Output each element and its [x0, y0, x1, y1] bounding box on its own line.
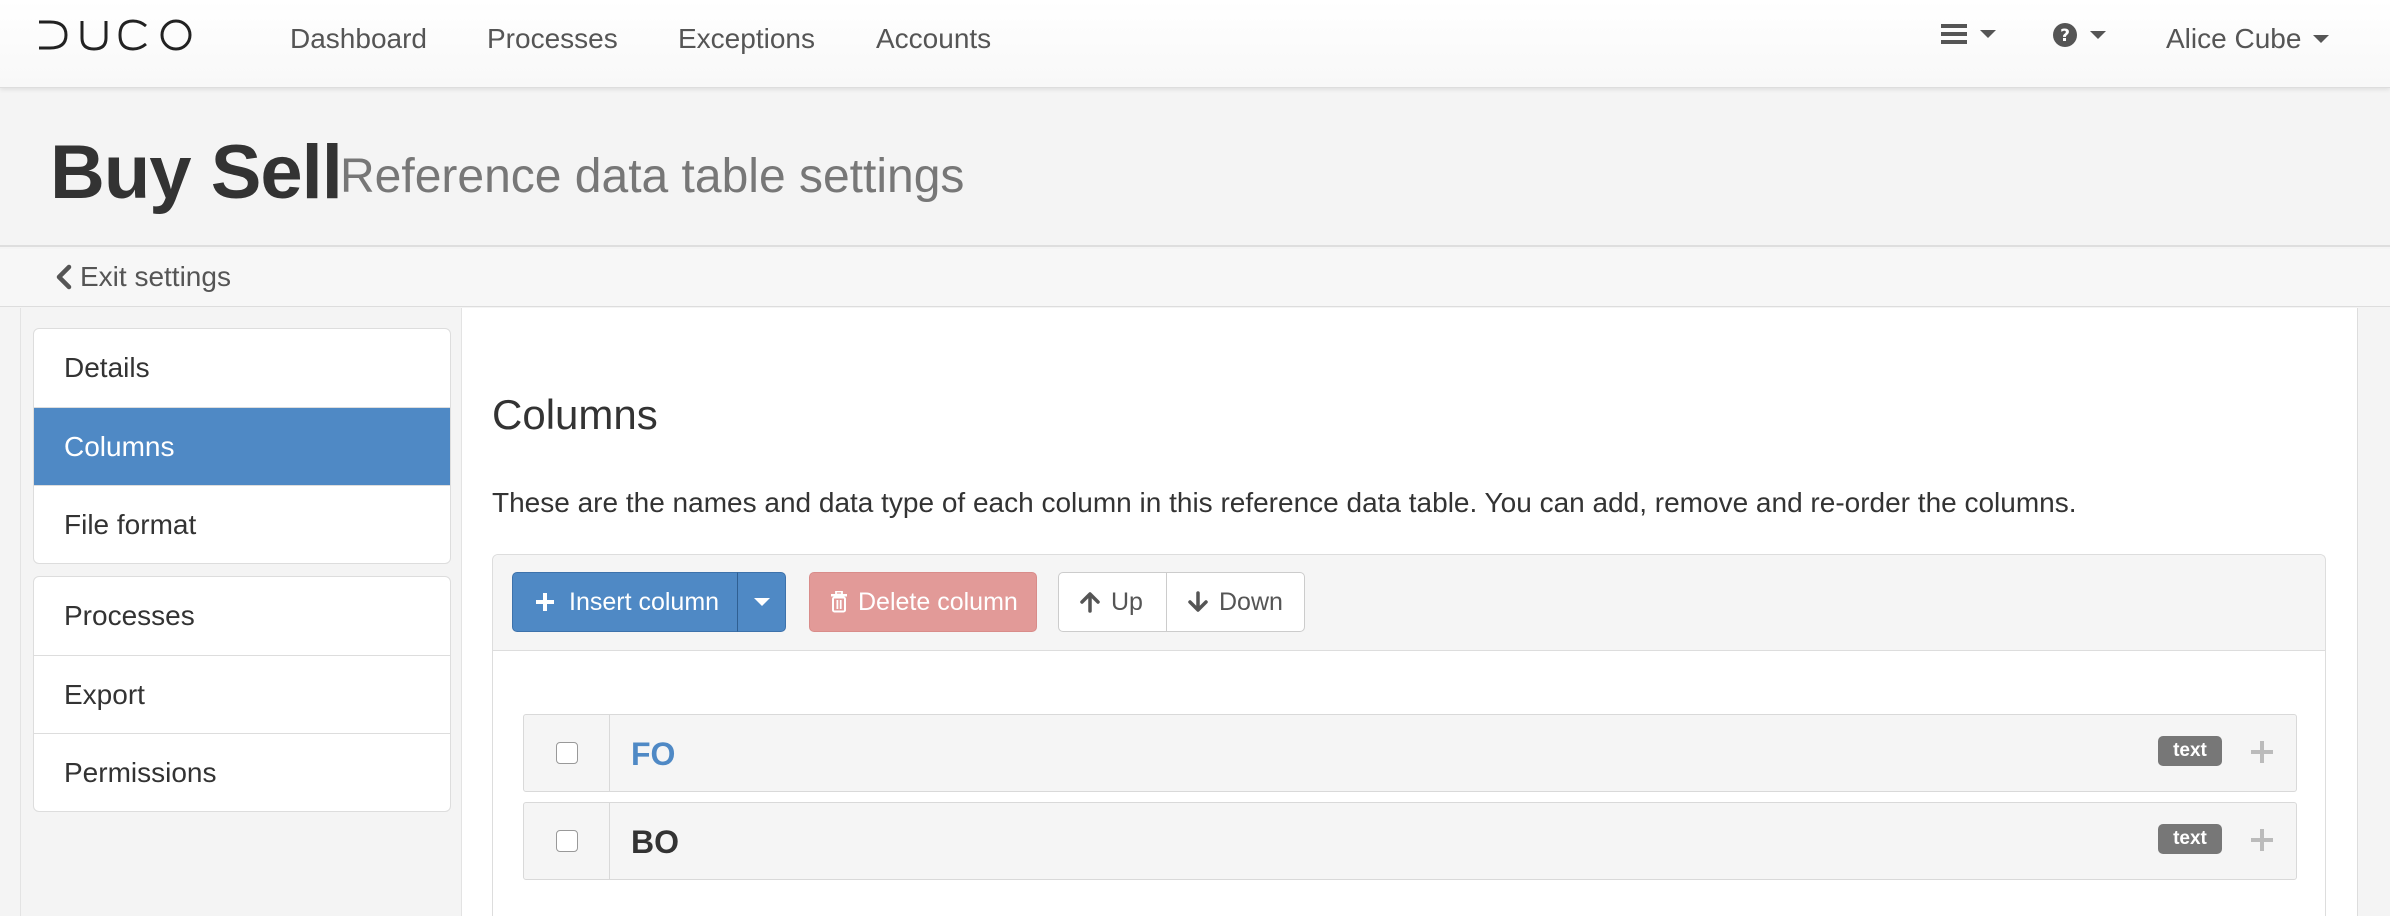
insert-column-dropdown-toggle[interactable]: [737, 572, 786, 632]
column-row: BO text: [523, 802, 2297, 880]
section-title: Columns: [492, 391, 658, 438]
main-menu-dropdown[interactable]: [1940, 22, 1996, 46]
column-select-cell: [524, 715, 610, 791]
move-down-label: Down: [1219, 587, 1283, 616]
caret-down-icon: [1980, 30, 1996, 38]
sidebar-item-file-format[interactable]: File format: [34, 485, 450, 563]
delete-column-label: Delete column: [858, 587, 1018, 616]
page-header: Buy Sell Reference data table settings: [0, 89, 2390, 247]
columns-toolbar: Insert column Delete column Up Down: [493, 555, 2325, 651]
caret-down-icon: [2090, 31, 2106, 39]
sidebar-item-export[interactable]: Export: [34, 655, 450, 733]
sidebar-item-details[interactable]: Details: [34, 329, 450, 407]
duco-logo-mark: [39, 19, 192, 51]
insert-column-label: Insert column: [569, 587, 720, 616]
exit-settings-label: Exit settings: [80, 261, 231, 292]
add-icon[interactable]: [2249, 827, 2275, 853]
caret-down-icon: [753, 598, 770, 606]
page-title: Buy Sell: [50, 130, 343, 215]
user-menu-dropdown[interactable]: Alice Cube: [2166, 22, 2330, 56]
nav-exceptions[interactable]: Exceptions: [678, 22, 815, 56]
column-select-cell: [524, 803, 610, 879]
nav-accounts[interactable]: Accounts: [876, 22, 991, 56]
caret-down-icon: [2313, 35, 2330, 43]
column-type-badge: text: [2158, 736, 2222, 766]
exit-settings-link[interactable]: Exit settings: [54, 260, 231, 294]
add-icon[interactable]: [2249, 739, 2275, 765]
trash-icon: [831, 591, 847, 613]
move-up-button[interactable]: Up: [1058, 572, 1167, 632]
sidebar-item-columns[interactable]: Columns: [34, 407, 450, 485]
column-name[interactable]: BO: [631, 823, 679, 861]
sidebar-group-table: Details Columns File format: [33, 328, 451, 564]
column-select-checkbox[interactable]: [555, 742, 578, 764]
column-row: FO text: [523, 714, 2297, 792]
column-type-badge: text: [2158, 824, 2222, 854]
user-name: Alice Cube: [2166, 23, 2302, 54]
nav-dashboard[interactable]: Dashboard: [290, 22, 427, 56]
sidebar-item-processes[interactable]: Processes: [34, 577, 450, 655]
help-dropdown[interactable]: ?: [2052, 22, 2106, 48]
page-subtitle: Reference data table settings: [340, 150, 965, 203]
sidebar-group-other: Processes Export Permissions: [33, 576, 451, 812]
hamburger-icon: [1941, 24, 1967, 44]
duco-logo[interactable]: [36, 18, 194, 52]
columns-panel: Insert column Delete column Up Down FO t…: [492, 554, 2326, 916]
move-up-label: Up: [1111, 587, 1143, 616]
question-circle-icon: ?: [2053, 23, 2077, 47]
plus-icon: [536, 593, 554, 611]
section-description: These are the names and data type of eac…: [492, 487, 2077, 518]
chevron-left-icon: [56, 264, 72, 290]
arrow-up-icon: [1080, 592, 1100, 613]
settings-sidebar: Details Columns File format Processes Ex…: [20, 308, 462, 916]
column-name-link[interactable]: FO: [631, 735, 675, 773]
column-select-checkbox[interactable]: [555, 830, 578, 852]
exit-settings-bar: Exit settings: [0, 249, 2390, 307]
sidebar-item-permissions[interactable]: Permissions: [34, 733, 450, 811]
arrow-down-icon: [1188, 591, 1208, 612]
columns-main-panel: Columns These are the names and data typ…: [462, 308, 2358, 916]
top-navbar: Dashboard Processes Exceptions Accounts …: [0, 0, 2390, 88]
delete-column-button[interactable]: Delete column: [809, 572, 1037, 632]
nav-processes[interactable]: Processes: [487, 22, 618, 56]
svg-text:?: ?: [2060, 26, 2070, 46]
move-down-button[interactable]: Down: [1166, 572, 1305, 632]
insert-column-button[interactable]: Insert column: [512, 572, 738, 632]
